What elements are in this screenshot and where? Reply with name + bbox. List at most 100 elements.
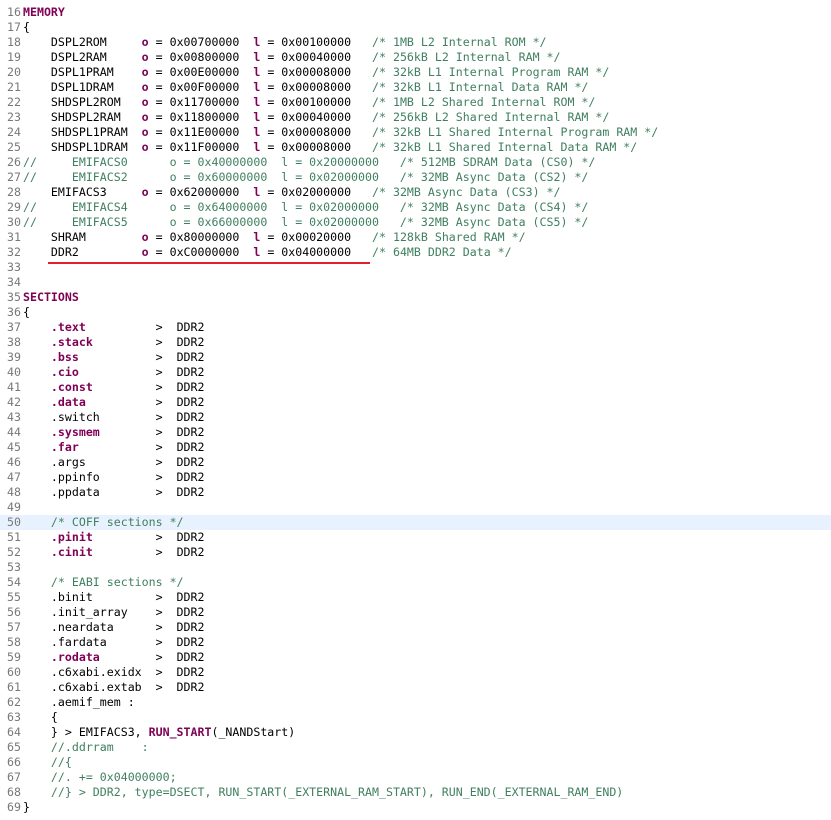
line-number: 53 [7, 560, 21, 574]
line-code: .neardata > DDR2 [23, 620, 205, 635]
line-code: DSPL2ROM o = 0x00700000 l = 0x00100000 /… [23, 35, 547, 50]
code-token: = 0x00008000 [260, 140, 373, 154]
code-line[interactable]: 68 //} > DDR2, type=DSECT, RUN_START(_EX… [0, 785, 831, 800]
code-token: // EMIFACS4 o = 0x64000000 l = 0x0200000… [23, 200, 589, 214]
code-line[interactable]: 59 .rodata > DDR2 [0, 650, 831, 665]
line-number: 46 [7, 455, 21, 469]
code-token: (_NANDStart) [211, 725, 296, 739]
code-token: .cinit [50, 545, 93, 559]
code-line[interactable]: 47 .ppinfo > DDR2 [0, 470, 831, 485]
code-line[interactable]: 24 SHDSPL1PRAM o = 0x11E00000 l = 0x0000… [0, 125, 831, 140]
line-number: 54 [7, 575, 21, 589]
code-line[interactable]: 26// EMIFACS0 o = 0x40000000 l = 0x20000… [0, 155, 831, 170]
code-line[interactable]: 53 [0, 560, 831, 575]
code-line[interactable]: 18 DSPL2ROM o = 0x00700000 l = 0x0010000… [0, 35, 831, 50]
code-line[interactable]: 61 .c6xabi.extab > DDR2 [0, 680, 831, 695]
code-token: .aemif_mem : [23, 695, 135, 709]
line-code: .aemif_mem : [23, 695, 135, 710]
code-line[interactable]: 17{ [0, 20, 831, 35]
code-line[interactable]: 52 .cinit > DDR2 [0, 545, 831, 560]
code-token: /* 128kB Shared RAM */ [372, 230, 526, 244]
line-number: 27 [7, 170, 21, 184]
code-line[interactable]: 25 SHDSPL1DRAM o = 0x11F00000 l = 0x0000… [0, 140, 831, 155]
code-line[interactable]: 54 /* EABI sections */ [0, 575, 831, 590]
code-line[interactable]: 65 //.ddrram : [0, 740, 831, 755]
code-line[interactable]: 22 SHDSPL2ROM o = 0x11700000 l = 0x00100… [0, 95, 831, 110]
code-line[interactable]: 19 DSPL2RAM o = 0x00800000 l = 0x0004000… [0, 50, 831, 65]
code-token: //} > DDR2, type=DSECT, RUN_START(_EXTER… [23, 785, 624, 799]
code-token: // EMIFACS2 o = 0x60000000 l = 0x0200000… [23, 170, 589, 184]
code-line[interactable]: 55 .binit > DDR2 [0, 590, 831, 605]
code-line[interactable]: 27// EMIFACS2 o = 0x60000000 l = 0x02000… [0, 170, 831, 185]
code-line[interactable]: 38 .stack > DDR2 [0, 335, 831, 350]
code-line[interactable]: 37 .text > DDR2 [0, 320, 831, 335]
code-line[interactable]: 42 .data > DDR2 [0, 395, 831, 410]
code-line[interactable]: 64 } > EMIFACS3, RUN_START(_NANDStart) [0, 725, 831, 740]
code-token: = 0x00008000 [260, 125, 373, 139]
line-number: 45 [7, 440, 21, 454]
line-number: 65 [7, 740, 21, 754]
code-line[interactable]: 51 .pinit > DDR2 [0, 530, 831, 545]
code-token: = 0x04000000 [260, 245, 373, 259]
code-line[interactable]: 20 DSPL1PRAM o = 0x00E00000 l = 0x000080… [0, 65, 831, 80]
line-number: 36 [7, 305, 21, 319]
code-line[interactable]: 16 MEMORY [0, 5, 831, 20]
code-token: o [141, 125, 149, 139]
code-line[interactable]: 50 /* COFF sections */ [0, 515, 831, 530]
code-token: SHDSPL1PRAM [23, 125, 142, 139]
code-line[interactable]: 57 .neardata > DDR2 [0, 620, 831, 635]
code-token: o [141, 185, 149, 199]
code-line[interactable]: 34 [0, 275, 831, 290]
code-line[interactable]: 46 .args > DDR2 [0, 455, 831, 470]
code-token: /* 1MB L2 Internal ROM */ [372, 35, 547, 49]
code-line[interactable]: 28 EMIFACS3 o = 0x62000000 l = 0x0200000… [0, 185, 831, 200]
line-number: 43 [7, 410, 21, 424]
code-line[interactable]: 29// EMIFACS4 o = 0x64000000 l = 0x02000… [0, 200, 831, 215]
line-number: 47 [7, 470, 21, 484]
code-line[interactable]: 40 .cio > DDR2 [0, 365, 831, 380]
code-editor[interactable]: 16 MEMORY 17{18 DSPL2ROM o = 0x00700000 l … [0, 0, 831, 820]
line-code: .c6xabi.extab > DDR2 [23, 680, 205, 695]
code-line[interactable]: 49 [0, 500, 831, 515]
code-line[interactable]: 60 .c6xabi.exidx > DDR2 [0, 665, 831, 680]
code-line[interactable]: 31 SHRAM o = 0x80000000 l = 0x00020000 /… [0, 230, 831, 245]
code-token: SHDSPL1DRAM [23, 140, 142, 154]
code-token: o [141, 140, 149, 154]
code-line[interactable]: 48 .ppdata > DDR2 [0, 485, 831, 500]
code-line[interactable]: 36{ [0, 305, 831, 320]
code-line[interactable]: 69} [0, 800, 831, 815]
code-token: /* 32kB L1 Internal Data RAM */ [372, 80, 589, 94]
line-code: //.ddrram : [23, 740, 149, 755]
line-number: 32 [7, 245, 21, 259]
code-token: .neardata > DDR2 [23, 620, 205, 634]
code-line[interactable]: 41 .const > DDR2 [0, 380, 831, 395]
line-code: //. += 0x04000000; [23, 770, 177, 785]
code-line[interactable]: 21 DSPL1DRAM o = 0x00F00000 l = 0x000080… [0, 80, 831, 95]
code-token: /* 32kB L1 Shared Internal Data RAM */ [372, 140, 638, 154]
code-line[interactable]: 56 .init_array > DDR2 [0, 605, 831, 620]
code-line[interactable]: 35 SECTIONS [0, 290, 831, 305]
line-code: .bss > DDR2 [23, 350, 205, 365]
code-line[interactable]: 58 .fardata > DDR2 [0, 635, 831, 650]
code-line[interactable]: 39 .bss > DDR2 [0, 350, 831, 365]
code-token: MEMORY [23, 5, 65, 19]
code-line[interactable]: 32 DDR2 o = 0xC0000000 l = 0x04000000 /*… [0, 245, 831, 260]
code-line[interactable]: 44 .sysmem > DDR2 [0, 425, 831, 440]
code-line[interactable]: 43 .switch > DDR2 [0, 410, 831, 425]
code-token: .switch > DDR2 [23, 410, 205, 424]
code-token: /* 64MB DDR2 Data */ [372, 245, 512, 259]
line-number: 18 [7, 35, 21, 49]
code-line[interactable]: 23 SHDSPL2RAM o = 0x11800000 l = 0x00040… [0, 110, 831, 125]
code-line[interactable]: 66 //{ [0, 755, 831, 770]
code-line[interactable]: 62 .aemif_mem : [0, 695, 831, 710]
line-code: { [23, 710, 58, 725]
code-line[interactable]: 45 .far > DDR2 [0, 440, 831, 455]
code-line[interactable]: 63 { [0, 710, 831, 725]
code-line[interactable]: 30// EMIFACS5 o = 0x66000000 l = 0x02000… [0, 215, 831, 230]
code-token: = 0x00800000 [148, 50, 254, 64]
line-code: // EMIFACS4 o = 0x64000000 l = 0x0200000… [23, 200, 588, 215]
line-code: .text > DDR2 [23, 320, 205, 335]
code-token: .pinit [50, 530, 93, 544]
code-line[interactable]: 67 //. += 0x04000000; [0, 770, 831, 785]
